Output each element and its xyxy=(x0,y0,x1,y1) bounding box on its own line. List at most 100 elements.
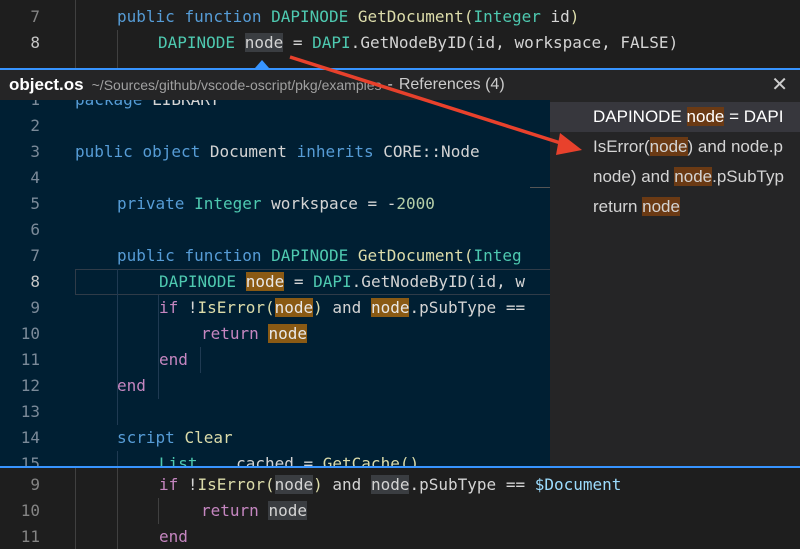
code-line[interactable]: if !IsError(node) and node.pSubType == xyxy=(159,295,525,321)
references-list[interactable]: DAPINODE node = DAPI IsError(node) and no… xyxy=(550,100,800,466)
indent-guide xyxy=(117,30,118,68)
reference-text: DAPINODE xyxy=(593,107,687,126)
line-number: 8 xyxy=(30,272,40,291)
reference-match: node xyxy=(649,137,688,156)
code-token: package xyxy=(75,100,142,109)
indent-guide xyxy=(75,468,76,549)
line-number: 5 xyxy=(30,194,40,213)
bottom-editor[interactable]: 9 if !IsError(node) and node.pSubType == … xyxy=(0,468,800,549)
code-token: IsError xyxy=(197,298,265,317)
peek-title: References (4) xyxy=(398,76,505,93)
code-line[interactable]: end xyxy=(159,524,188,549)
reference-item[interactable]: return node xyxy=(550,192,800,222)
code-line[interactable]: return node xyxy=(201,321,307,347)
code-line[interactable]: public function DAPINODE GetDocument(Int… xyxy=(117,4,579,30)
reference-text: ) and node.p xyxy=(687,137,783,156)
highlighted-token: node xyxy=(370,475,410,494)
peek-file-name[interactable]: object.os xyxy=(9,75,84,95)
peek-separator: - xyxy=(387,76,393,93)
code-token: = xyxy=(283,33,313,52)
highlighted-token: node xyxy=(274,298,314,317)
line-number: 2 xyxy=(30,116,40,135)
code-line[interactable]: public function DAPINODE GetDocument(Int… xyxy=(117,243,522,269)
peek-file-path: ~/Sources/github/vscode-oscript/pkg/exam… xyxy=(91,77,382,93)
code-token: public xyxy=(75,142,133,161)
line-number: 15 xyxy=(20,454,40,466)
code-line[interactable]: private Integer workspace = -2000 xyxy=(117,191,435,217)
code-token: ) xyxy=(569,7,580,26)
code-line[interactable]: DAPINODE node = DAPI.GetNodeByID(id, wor… xyxy=(158,30,678,56)
line-number: 12 xyxy=(20,376,40,395)
code-token: GetDocument xyxy=(357,7,464,26)
close-icon[interactable]: ✕ xyxy=(771,72,788,97)
peek-editor[interactable]: 1 package LIBRARY 2 3 public object Document… xyxy=(0,100,550,466)
line-number: 9 xyxy=(30,475,40,494)
line-number: 9 xyxy=(30,298,40,317)
line-number: 14 xyxy=(20,428,40,447)
indent-guide xyxy=(158,498,159,524)
code-token: ( xyxy=(264,475,275,494)
code-token: 2000 xyxy=(396,194,435,213)
code-token: and xyxy=(322,298,371,317)
indent-guide xyxy=(117,468,118,549)
reference-match: node xyxy=(674,167,713,186)
code-token: ! xyxy=(178,475,198,494)
code-line[interactable]: List cached = GetCache() xyxy=(159,451,419,466)
code-token: IsError xyxy=(197,475,265,494)
code-line[interactable]: if !IsError(node) and node.pSubType == $… xyxy=(159,472,621,498)
code-token: return xyxy=(201,501,259,520)
code-token: ) xyxy=(313,475,323,494)
code-token: public xyxy=(117,7,175,26)
code-line[interactable]: end xyxy=(117,373,146,399)
top-editor[interactable]: 7 public function DAPINODE GetDocument(I… xyxy=(0,0,800,68)
indent-guide xyxy=(158,295,159,399)
code-token: DAPINODE xyxy=(271,7,349,26)
code-token: LIBRARY xyxy=(142,100,219,109)
reference-item[interactable]: node) and node.pSubTyp xyxy=(550,162,800,192)
peek-caret-icon xyxy=(255,60,269,68)
reference-text: node) and xyxy=(593,167,675,186)
reference-match: node xyxy=(642,197,680,216)
code-token: Document xyxy=(200,142,297,161)
code-token: Integ xyxy=(473,246,522,265)
code-line[interactable]: package LIBRARY xyxy=(75,100,220,113)
code-token: script xyxy=(117,428,175,447)
code-line[interactable]: return node xyxy=(201,498,307,524)
code-token: end xyxy=(117,376,146,395)
code-token: if xyxy=(159,475,179,494)
code-token: ( xyxy=(264,298,275,317)
code-token: and xyxy=(322,475,371,494)
line-number: 10 xyxy=(20,501,40,520)
code-line[interactable]: public object Document inherits CORE::No… xyxy=(75,139,480,165)
indent-guide xyxy=(75,0,76,68)
code-line[interactable]: script Clear xyxy=(117,425,233,451)
line-number: 11 xyxy=(20,350,40,369)
code-token: function xyxy=(184,7,262,26)
code-token: .pSubType == xyxy=(409,298,526,317)
code-token: GetNodeByID(id, workspace, FALSE) xyxy=(360,33,679,52)
line-number: 8 xyxy=(30,33,40,52)
code-token: $Document xyxy=(534,475,622,494)
line-number: 6 xyxy=(30,220,40,239)
line-number: 4 xyxy=(30,168,40,187)
highlighted-token: node xyxy=(274,475,314,494)
code-token: workspace = - xyxy=(261,194,397,213)
indent-guide xyxy=(117,451,118,466)
reference-item[interactable]: IsError(node) and node.p xyxy=(550,132,800,162)
code-token: cached = xyxy=(197,454,323,466)
reference-item[interactable]: DAPINODE node = DAPI xyxy=(550,102,800,132)
code-token: ! xyxy=(178,298,198,317)
code-line[interactable]: end xyxy=(159,347,188,373)
reference-text: return xyxy=(593,197,643,216)
current-line-highlight xyxy=(75,269,550,295)
